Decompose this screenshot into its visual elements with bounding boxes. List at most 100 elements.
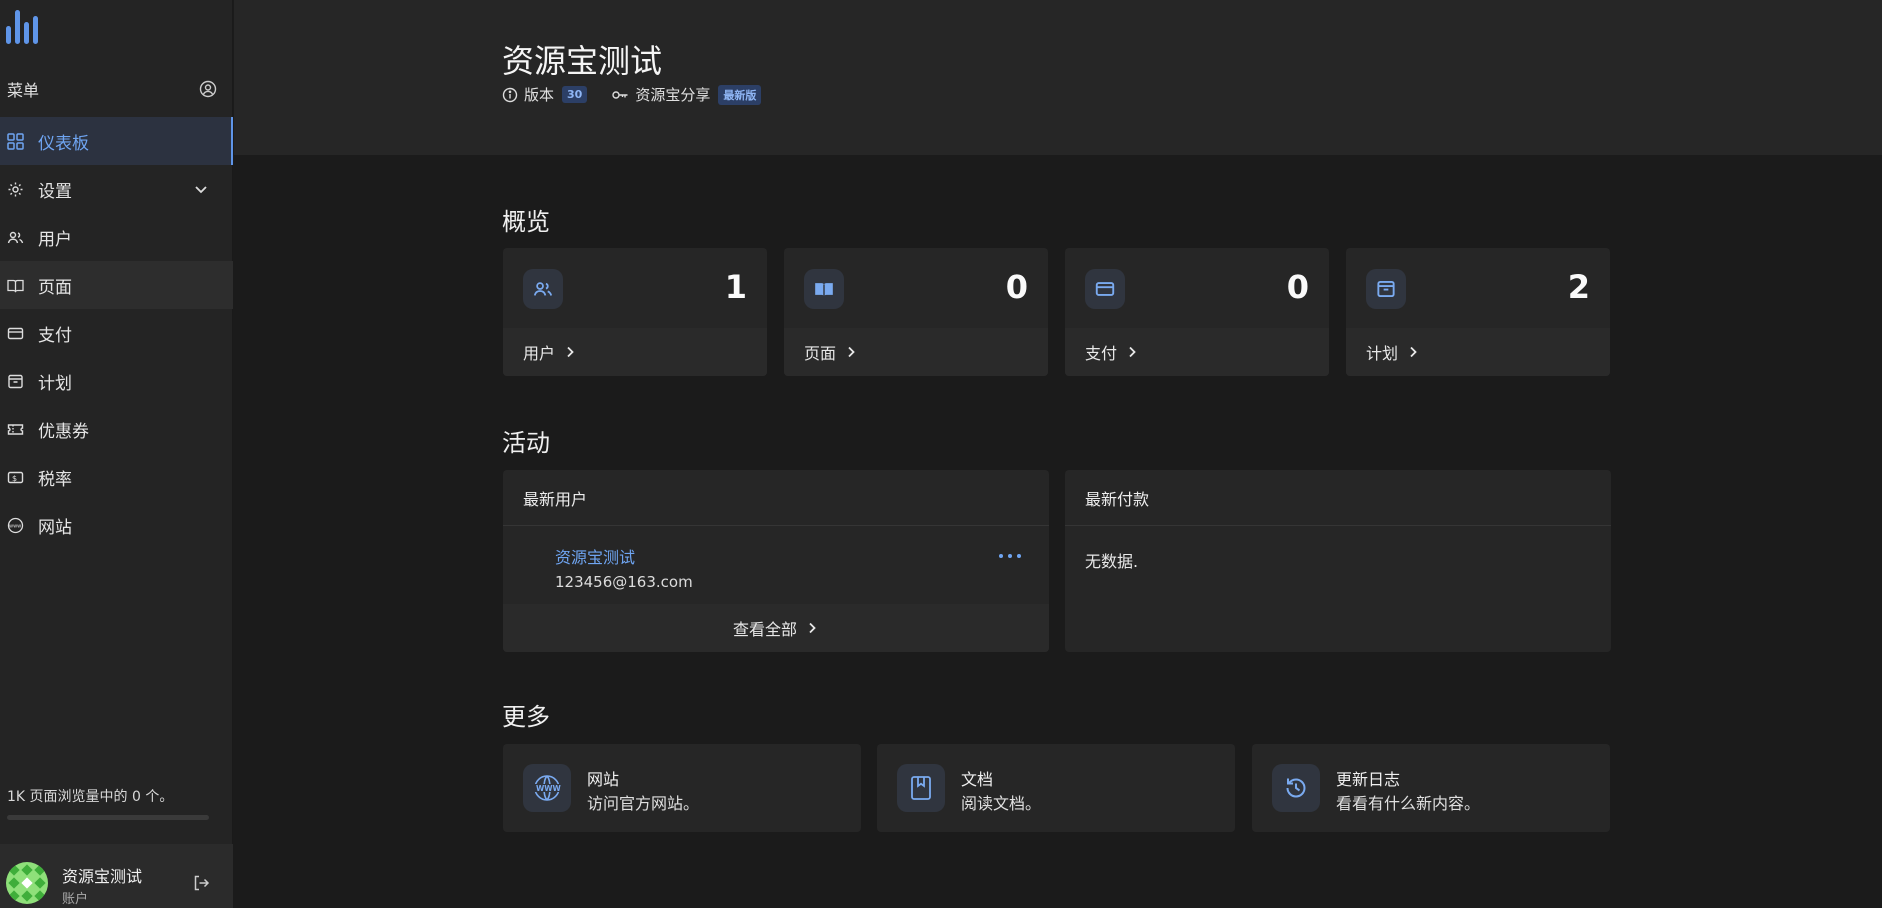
avatar[interactable] [6,862,48,904]
chevron-right-icon [809,622,816,634]
sidebar-item-label: 税率 [38,469,72,490]
license-badge: 最新版 [718,84,762,105]
sidebar-item-pages[interactable]: 页面 [0,261,233,309]
account-name: 资源宝测试 [62,867,143,886]
stat-label: 计划 [1366,344,1399,363]
more-card-subtitle: 阅读文档。 [961,794,1042,813]
stat-label: 支付 [1085,344,1118,363]
sidebar-item-payments[interactable]: 支付 [0,309,233,357]
latest-payments-title: 最新付款 [1065,470,1611,526]
stat-value: 1 [724,268,747,306]
box-icon [1366,269,1406,309]
sidebar-item-website[interactable]: www 网站 [0,501,233,549]
more-card-title: 文档 [961,770,994,789]
box-icon [7,373,24,390]
stat-link-pages[interactable]: 页面 [784,328,1048,376]
account-subtitle: 账户 [62,892,89,907]
sidebar-item-label: 设置 [38,181,72,202]
user-circle-icon[interactable] [199,80,217,98]
view-all-button[interactable]: 查看全部 [503,604,1049,652]
key-icon [612,90,628,99]
sidebar: 菜单 仪表板 设置 用户 页面 支付 计划 优惠券 $ 税率 www 网站 1K… [0,0,233,908]
more-card-website[interactable]: WWW 网站 访问官方网站。 [503,744,861,832]
version-label: 版本 [524,86,555,104]
stat-value: 0 [1286,268,1309,306]
more-options-icon[interactable] [999,554,1021,560]
sidebar-item-label: 页面 [38,277,72,298]
sidebar-item-label: 计划 [38,373,72,394]
money-icon: $ [7,469,24,486]
chevron-right-icon [1129,346,1136,358]
page-title: 资源宝测试 [502,42,663,80]
more-card-subtitle: 访问官方网站。 [587,794,700,813]
www-icon: www [7,517,24,534]
www-icon: WWW [523,764,571,812]
document-icon [897,764,945,812]
sidebar-item-label: 支付 [38,325,72,346]
view-all-label: 查看全部 [732,620,797,639]
sidebar-item-label: 优惠券 [38,421,89,442]
more-card-subtitle: 看看有什么新内容。 [1336,794,1481,813]
license-label: 资源宝分享 [635,86,711,104]
version-info: 版本 30 [502,84,588,105]
user-email: 123456@163.com [555,573,693,591]
more-card-title: 更新日志 [1336,770,1401,789]
stat-label: 页面 [804,344,837,363]
menu-header: 菜单 [7,74,217,104]
stat-link-users[interactable]: 用户 [503,328,767,376]
credit-card-icon [7,325,24,342]
sidebar-item-dashboard[interactable]: 仪表板 [0,117,233,165]
more-card-changelog[interactable]: 更新日志 看看有什么新内容。 [1252,744,1610,832]
stat-label: 用户 [523,344,556,363]
chevron-down-icon[interactable] [193,181,209,197]
sidebar-item-plans[interactable]: 计划 [0,357,233,405]
empty-state-text: 无数据. [1085,552,1139,571]
account-panel[interactable]: 资源宝测试 账户 [0,844,233,908]
ticket-icon [7,421,24,438]
sidebar-item-label: 仪表板 [38,133,89,154]
menu-label: 菜单 [7,81,40,100]
stat-card-payments: 0 支付 [1065,248,1329,376]
book-icon [804,269,844,309]
svg-text:$: $ [12,474,17,483]
sidebar-nav: 仪表板 设置 用户 页面 支付 计划 优惠券 $ 税率 www 网站 [0,117,233,549]
svg-text:www: www [9,523,21,529]
version-badge: 30 [562,86,588,103]
more-card-docs[interactable]: 文档 阅读文档。 [877,744,1235,832]
info-icon [502,87,518,102]
history-icon [1272,764,1320,812]
activity-title: 活动 [502,429,550,457]
overview-title: 概览 [502,208,550,236]
users-icon [523,269,563,309]
stat-card-plans: 2 计划 [1346,248,1610,376]
chevron-right-icon [848,346,855,358]
gear-icon [7,181,24,198]
svg-text:WWW: WWW [536,784,562,793]
more-card-title: 网站 [587,770,620,789]
users-icon [7,229,24,246]
stat-link-plans[interactable]: 计划 [1346,328,1610,376]
more-title: 更多 [502,703,550,731]
sidebar-item-settings[interactable]: 设置 [0,165,233,213]
stat-value: 0 [1005,268,1028,306]
latest-payments-card: 最新付款 无数据. [1065,470,1611,652]
chevron-right-icon [1410,346,1417,358]
sidebar-item-users[interactable]: 用户 [0,213,233,261]
page-header [234,0,1882,155]
logo-icon[interactable] [6,6,48,46]
user-name-link[interactable]: 资源宝测试 [555,544,693,568]
sidebar-item-label: 用户 [38,229,72,250]
sidebar-item-tax-rates[interactable]: $ 税率 [0,453,233,501]
latest-users-title: 最新用户 [503,470,1049,526]
sidebar-item-coupons[interactable]: 优惠券 [0,405,233,453]
usage-text: 1K 页面浏览量中的 0 个。 [7,789,174,805]
stat-card-users: 1 用户 [503,248,767,376]
license-info: 资源宝分享 最新版 [611,84,762,105]
sidebar-item-label: 网站 [38,517,72,538]
stat-link-payments[interactable]: 支付 [1065,328,1329,376]
grid-icon [7,132,24,150]
usage-progress-bar [7,815,209,820]
user-list-item: 资源宝测试 123456@163.com [555,544,693,591]
latest-users-card: 最新用户 资源宝测试 123456@163.com 查看全部 [503,470,1049,652]
logout-icon[interactable] [192,874,210,892]
